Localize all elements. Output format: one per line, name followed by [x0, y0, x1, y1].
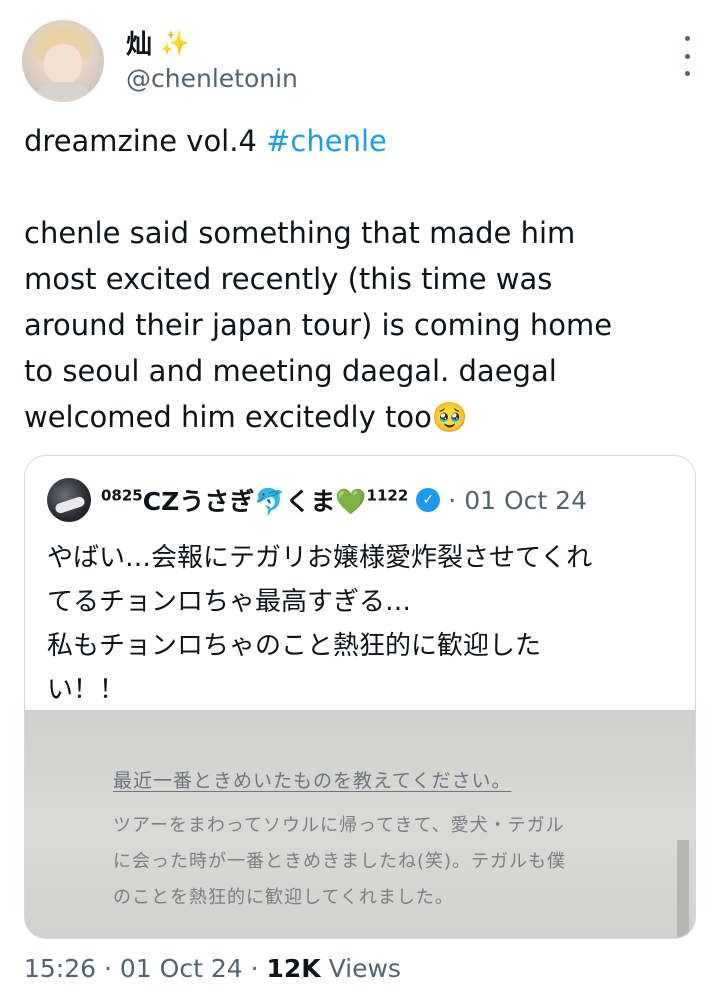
quoted-tweet-image[interactable]: 最近一番ときめいたものを教えてください。 ツアーをまわってソウルに帰ってきて、愛… — [25, 710, 695, 938]
quoted-tweet-header: 0825CZうさぎ🐬くま💚1122 ✓ · 01 Oct 24 — [47, 478, 587, 522]
more-dot — [684, 71, 690, 76]
more-dot — [684, 36, 690, 41]
quoted-tweet-date[interactable]: 01 Oct 24 — [464, 486, 587, 515]
views-label: Views — [320, 954, 401, 983]
tweet-time[interactable]: 15:26 — [24, 954, 96, 983]
more-options-icon[interactable] — [676, 36, 698, 76]
quoted-tweet[interactable]: 0825CZうさぎ🐬くま💚1122 ✓ · 01 Oct 24 やばい…会報にテ… — [24, 455, 696, 939]
meta-separator: · — [242, 954, 267, 983]
name-prefix: 0825 — [101, 486, 143, 505]
magazine-question: 最近一番ときめいたものを教えてください。 — [113, 770, 512, 792]
sparkles-icon: ✨ — [160, 28, 190, 57]
tweet-text: dreamzine vol.4 #chenle chenle said some… — [24, 118, 700, 440]
quoted-author-name[interactable]: 0825CZうさぎ🐬くま💚1122 — [101, 482, 408, 518]
author-avatar[interactable] — [22, 20, 104, 102]
green-heart-emoji: 💚 — [335, 487, 367, 516]
name-main: CZうさぎ — [142, 487, 255, 516]
separator-dot: · — [448, 485, 457, 515]
meta-separator: · — [96, 954, 120, 983]
dolphin-emoji: 🐬 — [254, 487, 286, 516]
tweet-header: 灿 ✨ @chenletonin — [22, 14, 698, 104]
display-name-text: 灿 — [126, 30, 153, 60]
tweet-metadata: 15:26 · 01 Oct 24 · 12K Views — [24, 954, 401, 983]
author-display-name[interactable]: 灿 ✨ — [126, 24, 190, 61]
name-suffix: 1122 — [366, 486, 409, 505]
tweet-date[interactable]: 01 Oct 24 — [120, 954, 243, 983]
avatar-face — [44, 44, 82, 84]
quoted-tweet-text: やばい…会報にテガリお嬢様愛炸裂させてくれ てるチョンロちゃ最高すぎる… 私もチ… — [47, 543, 593, 705]
avatar-shirt — [28, 82, 98, 102]
tweet-line1: dreamzine vol.4 — [24, 124, 267, 158]
pleading-face-emoji: 🥹 — [431, 400, 468, 434]
verified-badge-icon: ✓ — [416, 488, 441, 512]
quoted-author-avatar[interactable] — [47, 478, 91, 522]
views-count: 12K — [266, 954, 321, 983]
tweet-body: chenle said something that made him most… — [24, 216, 613, 434]
magazine-answer: ツアーをまわってソウルに帰ってきて、愛犬・テガル に会った時が一番ときめきました… — [113, 815, 567, 908]
name-mid: くま — [285, 487, 336, 516]
hashtag-link[interactable]: #chenle — [266, 124, 387, 158]
more-dot — [684, 53, 690, 59]
author-handle[interactable]: @chenletonin — [126, 64, 298, 93]
